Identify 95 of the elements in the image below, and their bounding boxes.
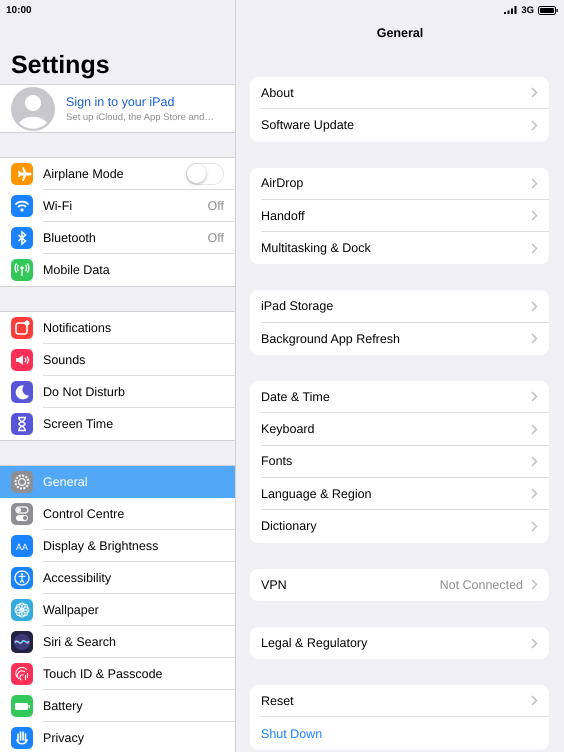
- settings-item[interactable]: Bluetooth Off: [0, 222, 235, 254]
- settings-row[interactable]: Handoff: [250, 200, 549, 232]
- chevron-icon: [531, 333, 538, 344]
- chevron-icon: [531, 456, 538, 467]
- chevron-icon: [531, 210, 538, 222]
- settings-item[interactable]: Mobile Data: [0, 254, 235, 286]
- chevron-icon: [531, 520, 538, 532]
- settings-row[interactable]: Dictionary: [250, 510, 549, 543]
- action-row[interactable]: Shut Down: [250, 717, 549, 750]
- avatar-icon: [11, 86, 55, 130]
- text-icon: AA: [11, 535, 33, 557]
- settings-item[interactable]: Do Not Disturb: [0, 376, 235, 408]
- chevron-icon: [531, 638, 538, 648]
- settings-label: Control Centre: [43, 506, 126, 520]
- settings-row[interactable]: Keyboard: [250, 413, 549, 446]
- settings-label: Software Update: [261, 118, 356, 132]
- action-label: Shut Down: [261, 726, 324, 741]
- settings-item[interactable]: Notifications: [0, 312, 235, 344]
- account-name: Sign in to your iPad: [66, 94, 176, 108]
- chevron-icon: [531, 488, 538, 500]
- chevron-icon: [531, 579, 538, 590]
- settings-label: Multitasking & Dock: [261, 241, 372, 256]
- settings-label: AirDrop: [261, 176, 304, 190]
- settings-item[interactable]: Privacy: [0, 722, 235, 752]
- settings-item[interactable]: Siri & Search: [0, 626, 235, 658]
- settings-label: Wi-Fi: [43, 198, 74, 212]
- settings-label: General: [43, 474, 88, 488]
- settings-item[interactable]: Control Centre: [0, 498, 235, 530]
- page-title: Settings: [10, 50, 111, 81]
- setting-value: Off: [208, 230, 224, 244]
- account-row[interactable]: Sign in to your iPad Set up iCloud, the App Store and…: [0, 84, 235, 133]
- settings-label: Display & Brightness: [43, 538, 160, 552]
- page-title: General: [376, 25, 424, 42]
- status-time: 10:00: [6, 4, 32, 16]
- settings-label: Do Not Disturb: [43, 384, 126, 398]
- settings-label: Screen Time: [43, 417, 114, 431]
- chevron-icon: [531, 695, 538, 706]
- chevron-icon: [531, 242, 538, 254]
- chevron-icon: [531, 300, 538, 312]
- settings-label: Legal & Regulatory: [261, 636, 368, 650]
- settings-item[interactable]: Screen Time: [0, 408, 235, 440]
- settings-label: Fonts: [261, 454, 294, 468]
- settings-label: Touch ID & Passcode: [43, 666, 164, 680]
- settings-label: About: [261, 86, 295, 100]
- settings-label: Airplane Mode: [43, 166, 125, 180]
- settings-item[interactable]: Wi-Fi Off: [0, 190, 235, 222]
- settings-label: Language & Region: [261, 486, 373, 501]
- settings-item[interactable]: Wallpaper: [0, 594, 235, 626]
- settings-item[interactable]: Sounds: [0, 344, 235, 376]
- settings-label: Privacy: [43, 731, 85, 745]
- settings-label: Keyboard: [261, 422, 316, 436]
- settings-label: iPad Storage: [261, 299, 334, 314]
- settings-label: Dictionary: [261, 519, 318, 534]
- battery-icon: [538, 6, 558, 14]
- settings-item[interactable]: Airplane Mode: [0, 158, 235, 190]
- settings-row[interactable]: Date & Time: [250, 381, 549, 414]
- toggle-switch[interactable]: [186, 162, 224, 184]
- chevron-icon: [531, 120, 538, 131]
- settings-item[interactable]: AA Display & Brightness: [0, 530, 235, 562]
- settings-row[interactable]: AirDrop: [250, 168, 549, 200]
- settings-label: Notifications: [43, 320, 112, 334]
- settings-label: Battery: [43, 698, 84, 712]
- settings-label: Sounds: [43, 352, 86, 366]
- chevron-icon: [531, 391, 538, 402]
- settings-label: Handoff: [261, 208, 306, 223]
- settings-label: VPN: [261, 578, 288, 592]
- settings-label: Reset: [261, 694, 295, 708]
- settings-label: Wallpaper: [43, 602, 100, 616]
- settings-label: Siri & Search: [43, 634, 117, 648]
- settings-row[interactable]: Reset: [250, 685, 549, 718]
- setting-value: Not Connected: [440, 578, 523, 592]
- network-type: 3G: [521, 4, 534, 16]
- settings-label: Accessibility: [43, 570, 112, 584]
- chevron-icon: [531, 424, 538, 435]
- settings-row[interactable]: VPN Not Connected: [250, 568, 549, 601]
- settings-item[interactable]: Battery: [0, 690, 235, 722]
- settings-row[interactable]: Legal & Regulatory: [250, 626, 549, 660]
- account-subtitle: Set up iCloud, the App Store and…: [66, 112, 214, 122]
- settings-row[interactable]: Fonts: [250, 446, 549, 478]
- settings-row[interactable]: Multitasking & Dock: [250, 232, 549, 264]
- setting-value: Off: [208, 198, 224, 212]
- chevron-icon: [531, 178, 538, 189]
- settings-label: Mobile Data: [43, 263, 111, 277]
- settings-row[interactable]: About: [250, 77, 549, 110]
- chevron-icon: [531, 87, 538, 98]
- signal-icon: [504, 6, 518, 14]
- settings-row[interactable]: Software Update: [250, 109, 549, 142]
- settings-item[interactable]: Accessibility: [0, 562, 235, 594]
- settings-label: Background App Refresh: [261, 332, 401, 346]
- settings-row[interactable]: Language & Region: [250, 478, 549, 510]
- settings-row[interactable]: iPad Storage: [250, 290, 549, 323]
- settings-row[interactable]: Background App Refresh: [250, 322, 549, 356]
- settings-item[interactable]: Touch ID & Passcode: [0, 658, 235, 690]
- settings-label: Date & Time: [261, 390, 331, 404]
- settings-label: Bluetooth: [43, 230, 97, 244]
